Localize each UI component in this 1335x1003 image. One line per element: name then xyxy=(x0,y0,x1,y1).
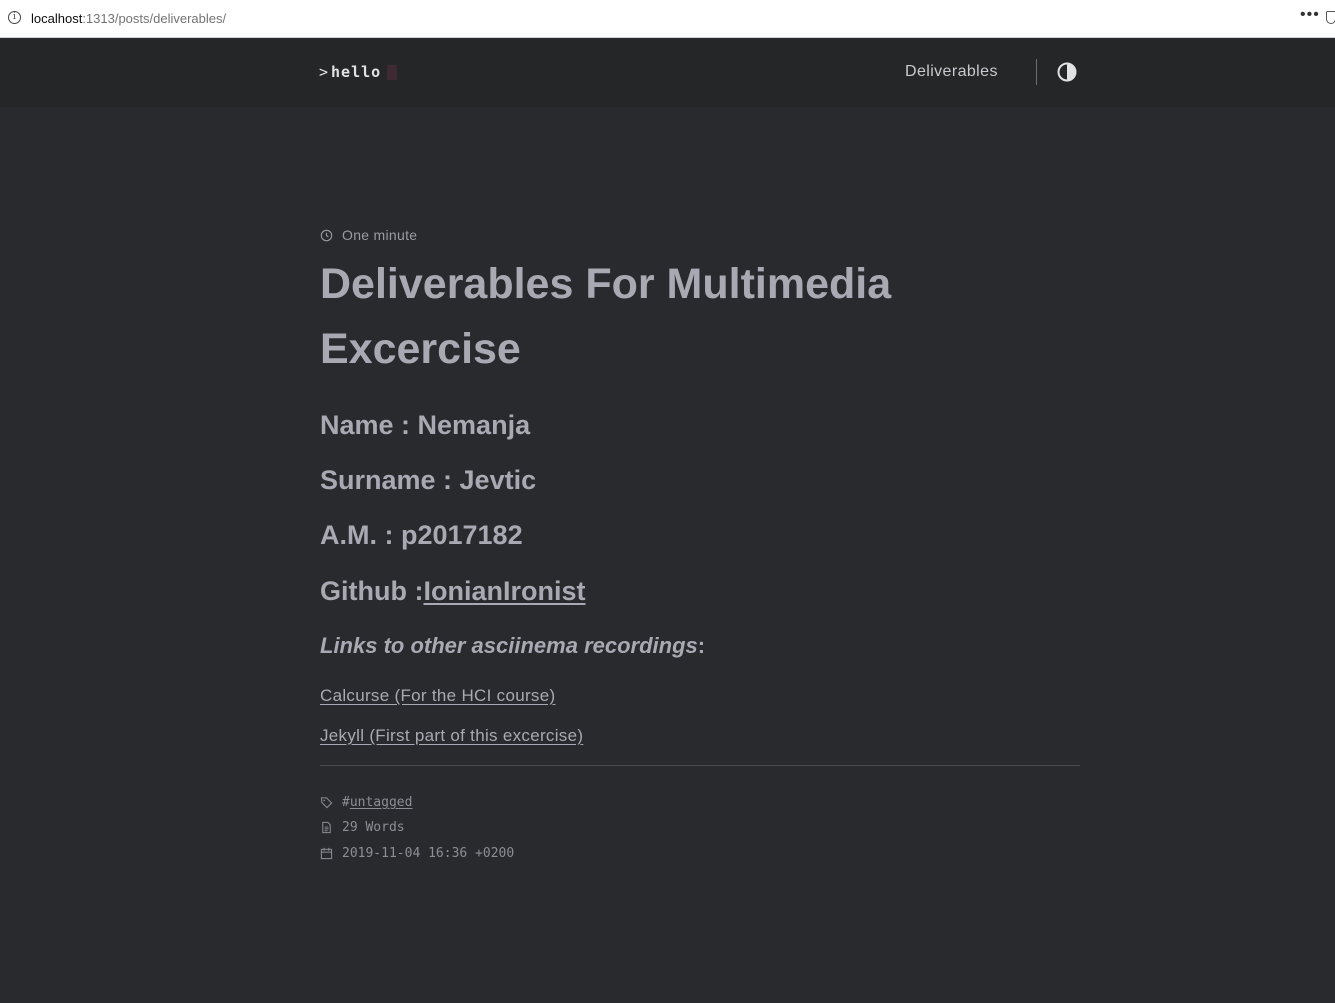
url-field[interactable]: localhost:1313/posts/deliverables/ xyxy=(31,11,226,26)
links-heading-colon: : xyxy=(697,633,706,658)
recording-link-calcurse[interactable]: Calcurse (For the HCI course) xyxy=(320,686,555,706)
logo-prompt: > xyxy=(319,63,329,81)
browser-address-bar: i localhost:1313/posts/deliverables/ ••• xyxy=(0,0,1335,38)
calendar-icon xyxy=(320,847,333,860)
url-host: localhost xyxy=(31,11,83,26)
recording-link-jekyll[interactable]: Jekyll (First part of this excercise) xyxy=(320,726,583,746)
github-line: Github :IonianIronist xyxy=(320,576,585,607)
am-line: A.M. : p2017182 xyxy=(320,520,523,550)
tag-icon xyxy=(320,797,333,809)
clock-icon xyxy=(320,229,333,241)
post-title: Deliverables For Multimedia Excercise xyxy=(320,260,892,373)
name-line: Name : Nemanja xyxy=(320,410,531,440)
links-heading: Links to other asciinema recordings: xyxy=(320,633,705,659)
links-heading-text: Links to other asciinema recordings xyxy=(320,633,698,658)
github-label: Github : xyxy=(320,576,424,606)
post-tags: # untagged xyxy=(320,795,412,810)
site-header: > hello Deliverables xyxy=(0,39,1335,107)
site-logo[interactable]: > hello xyxy=(319,63,398,81)
url-path: :1313/posts/deliverables/ xyxy=(82,11,227,26)
surname-line: Surname : Jevtic xyxy=(320,465,537,495)
nav-divider xyxy=(1036,59,1037,85)
post-divider xyxy=(320,765,1080,766)
browser-menu-button[interactable]: ••• xyxy=(1300,6,1320,24)
word-count-text: 29 Words xyxy=(342,820,405,835)
logo-text: hello xyxy=(331,63,382,81)
tag-prefix: # xyxy=(342,795,350,810)
post-date: 2019-11-04 16:36 +0200 xyxy=(320,846,514,861)
shield-icon[interactable] xyxy=(1326,11,1335,24)
nav-link-deliverables[interactable]: Deliverables xyxy=(905,63,998,81)
github-link[interactable]: IonianIronist xyxy=(423,576,585,606)
document-icon xyxy=(322,821,331,834)
post-date-text: 2019-11-04 16:36 +0200 xyxy=(342,846,515,861)
reading-time-text: One minute xyxy=(342,227,418,243)
cursor-block-icon xyxy=(387,64,398,80)
reading-time: One minute xyxy=(320,227,417,243)
tag-link-untagged[interactable]: untagged xyxy=(350,795,413,810)
info-icon[interactable]: i xyxy=(8,11,21,24)
word-count: 29 Words xyxy=(320,820,405,835)
theme-toggle-icon[interactable] xyxy=(1057,62,1077,82)
